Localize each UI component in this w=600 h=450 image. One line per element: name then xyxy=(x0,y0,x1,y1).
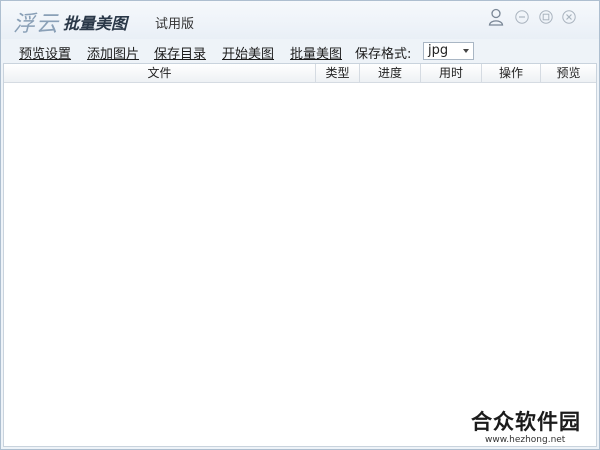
column-header-preview[interactable]: 预览 xyxy=(541,64,596,82)
preview-settings-link[interactable]: 预览设置 xyxy=(19,43,71,62)
edition-label: 试用版 xyxy=(155,17,195,32)
column-header-file[interactable]: 文件 xyxy=(4,64,316,82)
title-bar[interactable]: 浮云 批量美图 试用版 xyxy=(1,1,599,39)
file-table[interactable]: 文件 类型 进度 用时 操作 预览 xyxy=(3,63,597,447)
app-logo: 浮云 xyxy=(13,12,60,37)
user-icon[interactable] xyxy=(488,8,504,26)
column-header-type[interactable]: 类型 xyxy=(316,64,360,82)
column-header-progress[interactable]: 进度 xyxy=(360,64,421,82)
app-name: 批量美图 xyxy=(63,14,128,33)
minimize-icon[interactable] xyxy=(515,10,529,24)
restore-icon[interactable] xyxy=(539,10,553,24)
column-header-time[interactable]: 用时 xyxy=(421,64,482,82)
watermark-title: 合众软件园 xyxy=(471,410,581,434)
add-images-link[interactable]: 添加图片 xyxy=(87,43,139,62)
toolbar: 预览设置 添加图片 保存目录 开始美图 批量美图 保存格式: jpg xyxy=(1,40,599,63)
site-watermark: 合众软件园 www.hezhong.net xyxy=(471,406,581,445)
start-beautify-link[interactable]: 开始美图 xyxy=(222,43,274,62)
save-format-value: jpg xyxy=(428,43,449,58)
app-window: 浮云 批量美图 试用版 预览设置 添加图片 保存目录 开始美图 批量美图 保存格… xyxy=(0,0,600,450)
column-header-action[interactable]: 操作 xyxy=(482,64,541,82)
save-format-select[interactable]: jpg xyxy=(423,42,474,60)
close-icon[interactable] xyxy=(562,10,576,24)
watermark-url: www.hezhong.net xyxy=(485,435,566,445)
save-format-label: 保存格式: xyxy=(355,47,412,62)
table-header: 文件 类型 进度 用时 操作 预览 xyxy=(4,64,596,83)
save-directory-link[interactable]: 保存目录 xyxy=(154,43,206,62)
batch-beautify-link[interactable]: 批量美图 xyxy=(290,43,342,62)
dropdown-arrow-icon xyxy=(463,49,469,53)
